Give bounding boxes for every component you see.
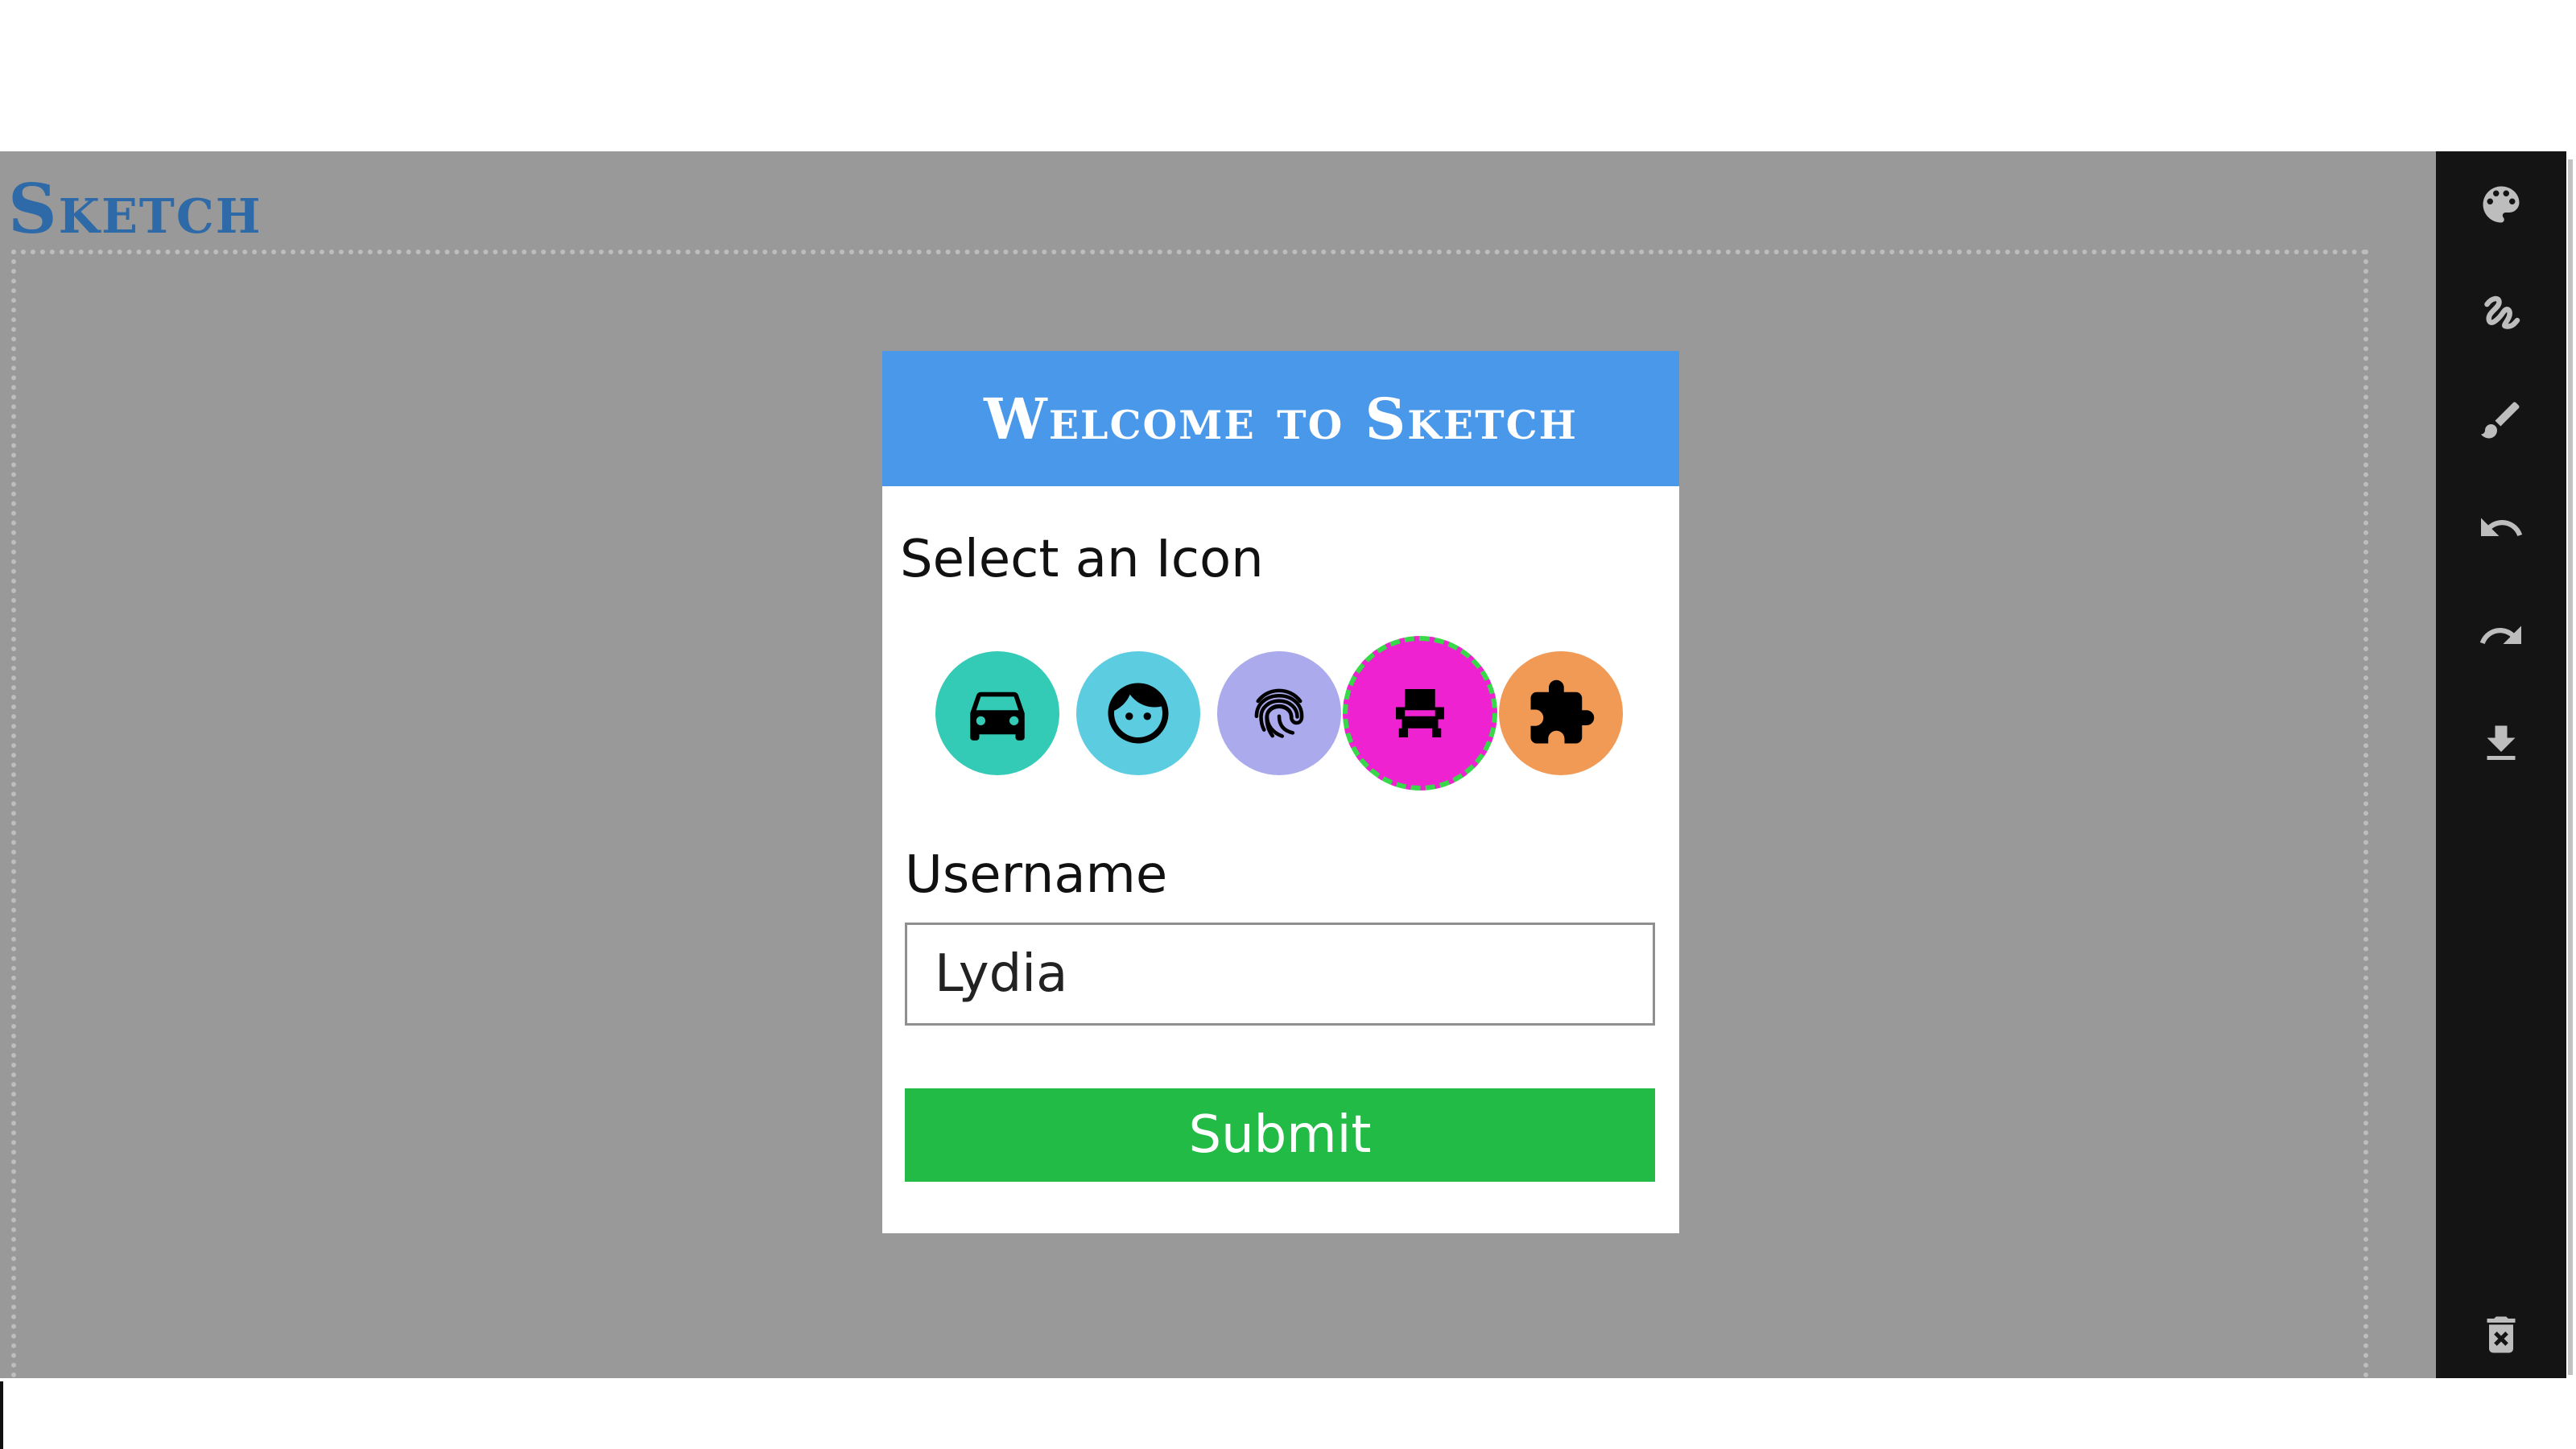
puzzle-icon <box>1530 679 1595 744</box>
icon-option-fingerprint[interactable] <box>1217 651 1341 775</box>
icon-option-seat[interactable] <box>1343 636 1497 791</box>
icon-picker <box>935 633 1636 794</box>
face-icon <box>1108 683 1169 744</box>
redo-icon[interactable] <box>2472 607 2530 665</box>
app-title: Sketch <box>8 169 262 249</box>
seat-icon <box>1396 689 1444 737</box>
text-cursor <box>0 1381 3 1449</box>
undo-icon[interactable] <box>2472 499 2530 557</box>
submit-button[interactable]: Submit <box>905 1088 1655 1182</box>
welcome-modal: Welcome to Sketch Select an Icon Usernam… <box>882 351 1679 1233</box>
username-input[interactable] <box>905 923 1655 1026</box>
select-icon-label: Select an Icon <box>900 530 1264 589</box>
brush-icon[interactable] <box>2472 391 2530 449</box>
page-scrollbar[interactable] <box>2566 151 2576 1378</box>
palette-icon[interactable] <box>2472 175 2530 233</box>
toolbar <box>2436 151 2566 1378</box>
username-label: Username <box>905 845 1168 905</box>
modal-title: Welcome to Sketch <box>984 385 1578 452</box>
scribble-icon[interactable] <box>2472 283 2530 341</box>
icon-option-face[interactable] <box>1076 651 1200 775</box>
scrollbar-thumb[interactable] <box>2568 159 2573 1375</box>
car-icon <box>970 691 1025 741</box>
fingerprint-icon <box>1254 688 1304 738</box>
icon-option-puzzle[interactable] <box>1499 651 1623 775</box>
delete-icon[interactable] <box>2472 1306 2530 1364</box>
icon-option-car[interactable] <box>935 651 1059 775</box>
modal-header: Welcome to Sketch <box>882 351 1679 486</box>
download-icon[interactable] <box>2472 715 2530 773</box>
